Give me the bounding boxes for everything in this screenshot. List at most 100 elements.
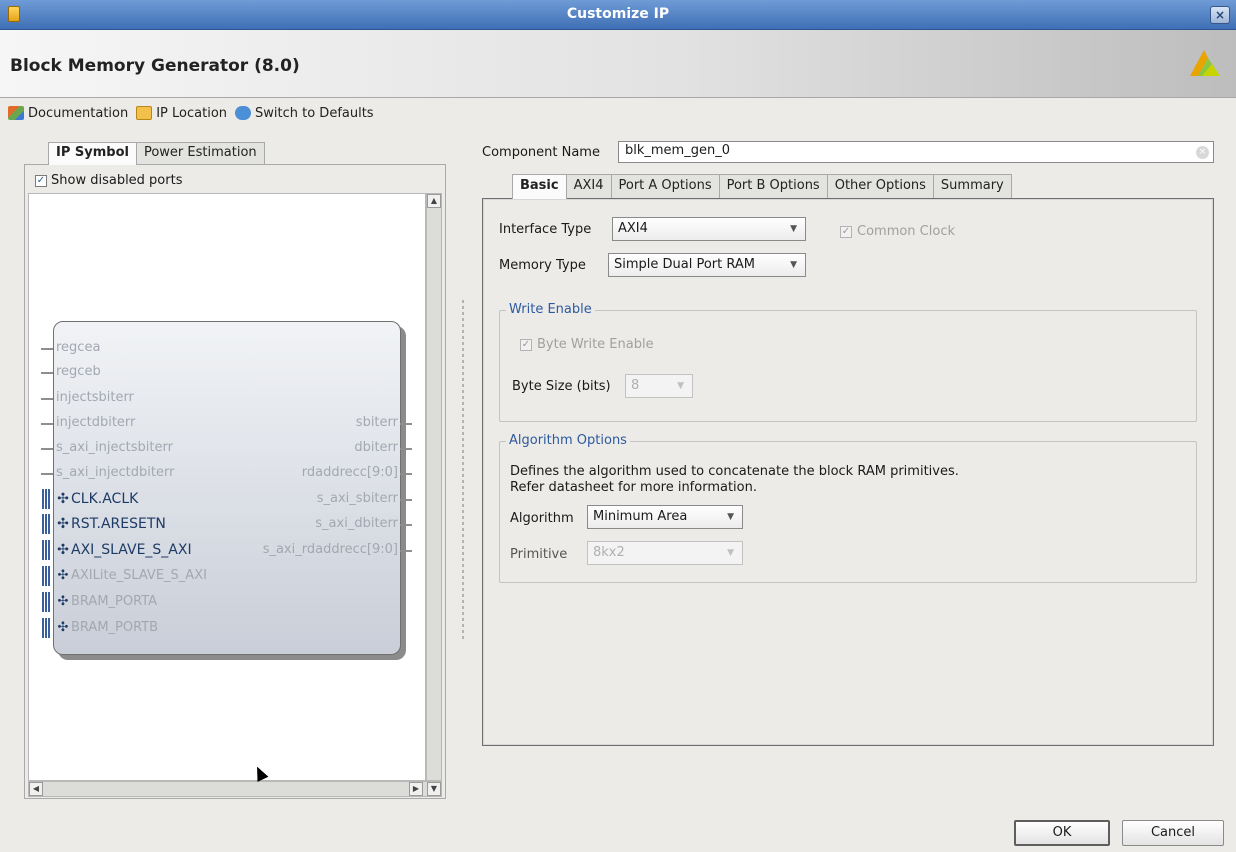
expand-plus-icon[interactable]: ✣ <box>56 541 70 559</box>
checkbox-icon: ✓ <box>840 225 852 238</box>
bus-pin <box>42 540 50 560</box>
port-bram-portb[interactable]: ✣ BRAM_PORTB <box>56 619 159 637</box>
pin-line <box>41 372 53 374</box>
tab-summary[interactable]: Summary <box>932 174 1012 198</box>
port-regceb: regceb <box>56 364 101 379</box>
port-sbiterr: sbiterr <box>355 415 398 430</box>
bus-pin <box>42 592 50 612</box>
interface-type-select[interactable]: AXI4 ▼ <box>612 217 806 241</box>
ip-location-link[interactable]: IP Location <box>136 106 227 121</box>
common-clock-checkbox[interactable]: ✓ Common Clock <box>840 224 955 239</box>
port-rst-aresetn[interactable]: ✣ RST.ARESETN <box>56 515 166 533</box>
port-label: AXILite_SLAVE_S_AXI <box>71 568 207 583</box>
memory-type-value: Simple Dual Port RAM <box>614 257 756 272</box>
byte-size-label: Byte Size (bits) <box>512 379 611 394</box>
algorithm-select[interactable]: Minimum Area ▼ <box>587 505 743 529</box>
scroll-up-icon[interactable]: ▲ <box>427 194 441 208</box>
port-rdaddrecc: rdaddrecc[9:0] <box>301 465 398 480</box>
component-name-value: blk_mem_gen_0 <box>625 143 730 158</box>
port-label: BRAM_PORTA <box>71 594 158 609</box>
show-disabled-ports-checkbox[interactable]: ✓ Show disabled ports <box>35 173 182 188</box>
book-icon <box>8 106 24 120</box>
expand-plus-icon[interactable]: ✣ <box>56 515 70 533</box>
bus-pin <box>42 566 50 586</box>
vertical-scrollbar[interactable]: ▲ <box>426 193 442 781</box>
port-injectsbiterr: injectsbiterr <box>56 390 134 405</box>
refresh-icon <box>235 106 252 120</box>
pin-line <box>400 499 412 501</box>
port-clk-aclk[interactable]: ✣ CLK.ACLK <box>56 490 138 508</box>
write-enable-group: Write Enable <box>499 302 1197 422</box>
scroll-right-icon[interactable]: ▶ <box>409 782 423 796</box>
port-dbiterr: dbiterr <box>354 440 398 455</box>
common-clock-label: Common Clock <box>857 224 956 239</box>
port-axi-slave-s-axi[interactable]: ✣ AXI_SLAVE_S_AXI <box>56 541 191 559</box>
pin-line <box>400 448 412 450</box>
pin-line <box>41 398 53 400</box>
ip-header: Block Memory Generator (8.0) <box>0 30 1236 98</box>
component-name-input[interactable]: blk_mem_gen_0 × <box>618 141 1214 163</box>
byte-size-select[interactable]: 8 ▼ <box>625 374 693 398</box>
byte-size-value: 8 <box>631 378 640 393</box>
cancel-button[interactable]: Cancel <box>1122 820 1224 846</box>
port-s-axi-injectdbiterr: s_axi_injectdbiterr <box>56 465 175 480</box>
window-close-button[interactable]: × <box>1210 6 1230 24</box>
port-s-axi-rdaddrecc: s_axi_rdaddrecc[9:0] <box>262 542 398 557</box>
algorithm-value: Minimum Area <box>593 509 688 524</box>
primitive-select[interactable]: 8kx2 ▼ <box>587 541 743 565</box>
folder-icon <box>136 106 153 120</box>
bus-pin <box>42 618 50 638</box>
pin-line <box>400 550 412 552</box>
port-label: BRAM_PORTB <box>71 620 159 635</box>
tab-power-estimation[interactable]: Power Estimation <box>135 142 265 164</box>
scroll-down-icon[interactable]: ▼ <box>427 782 441 796</box>
checkbox-icon: ✓ <box>520 338 532 351</box>
window-title: Customize IP <box>566 6 670 22</box>
port-label: RST.ARESETN <box>71 516 166 532</box>
port-bram-porta[interactable]: ✣ BRAM_PORTA <box>56 593 157 611</box>
pin-line <box>400 524 412 526</box>
pin-line <box>400 473 412 475</box>
memory-type-select[interactable]: Simple Dual Port RAM ▼ <box>608 253 806 277</box>
ok-button[interactable]: OK <box>1014 820 1110 846</box>
bus-pin <box>42 489 50 509</box>
expand-plus-icon[interactable]: ✣ <box>56 593 70 611</box>
write-enable-title: Write Enable <box>506 302 595 317</box>
documentation-label: Documentation <box>28 105 129 121</box>
switch-to-defaults-link[interactable]: Switch to Defaults <box>235 106 374 121</box>
memory-type-label: Memory Type <box>499 258 586 273</box>
tab-basic[interactable]: Basic <box>512 174 567 199</box>
documentation-link[interactable]: Documentation <box>8 106 128 121</box>
primitive-label: Primitive <box>510 547 568 562</box>
expand-plus-icon[interactable]: ✣ <box>56 567 70 585</box>
port-regcea: regcea <box>56 340 101 355</box>
dropdown-arrow-icon: ▼ <box>790 260 797 270</box>
algorithm-description-line1: Defines the algorithm used to concatenat… <box>510 464 959 479</box>
port-axilite-slave-s-axi[interactable]: ✣ AXILite_SLAVE_S_AXI <box>56 567 207 585</box>
tab-ip-symbol[interactable]: IP Symbol <box>48 142 137 165</box>
pin-line <box>41 473 53 475</box>
tab-axi4[interactable]: AXI4 <box>565 174 612 198</box>
ip-location-label: IP Location <box>156 105 228 121</box>
tab-other-options[interactable]: Other Options <box>826 174 934 198</box>
dropdown-arrow-icon: ▼ <box>727 548 734 558</box>
tab-port-a-options[interactable]: Port A Options <box>610 174 720 198</box>
expand-plus-icon[interactable]: ✣ <box>56 490 70 508</box>
dropdown-arrow-icon: ▼ <box>677 381 684 391</box>
vivado-logo-icon <box>1190 50 1220 76</box>
dropdown-arrow-icon: ▼ <box>727 512 734 522</box>
left-tab-bar: IP Symbol Power Estimation <box>48 142 265 165</box>
primitive-value: 8kx2 <box>593 545 625 560</box>
splitter-handle[interactable] <box>462 300 464 640</box>
component-name-label: Component Name <box>482 145 600 160</box>
checkbox-icon: ✓ <box>35 174 47 187</box>
pin-line <box>41 448 53 450</box>
show-disabled-ports-label: Show disabled ports <box>51 173 183 188</box>
tab-port-b-options[interactable]: Port B Options <box>718 174 828 198</box>
expand-plus-icon[interactable]: ✣ <box>56 619 70 637</box>
scroll-left-icon[interactable]: ◀ <box>29 782 43 796</box>
interface-type-value: AXI4 <box>618 221 648 236</box>
clear-icon[interactable]: × <box>1196 146 1209 159</box>
horizontal-scrollbar[interactable]: ◀ ▶ ▼ <box>28 781 442 797</box>
byte-write-enable-checkbox[interactable]: ✓ Byte Write Enable <box>520 337 654 352</box>
